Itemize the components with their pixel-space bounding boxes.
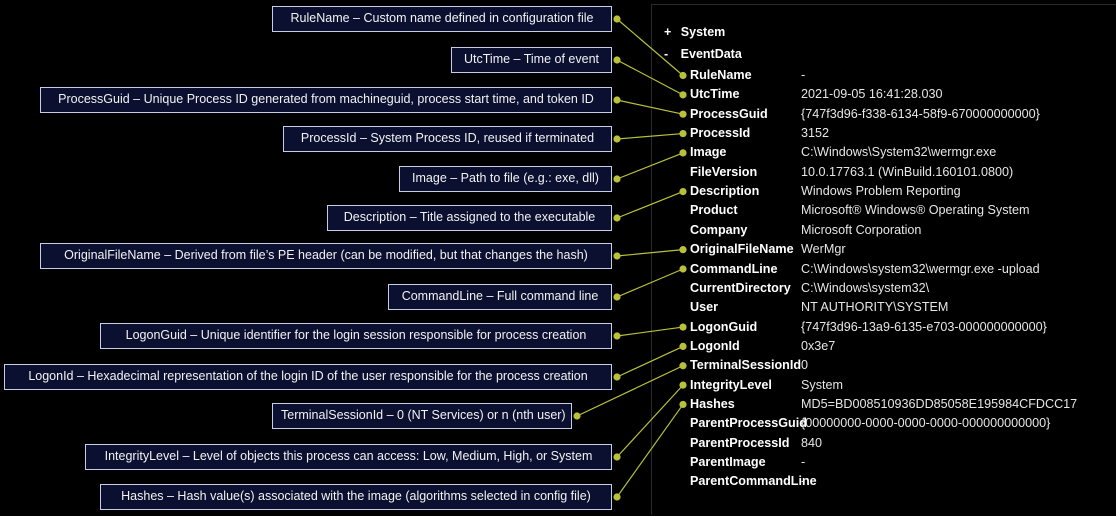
connector-line bbox=[616, 384, 684, 458]
connector-line bbox=[616, 268, 684, 298]
connector-end-dot bbox=[679, 129, 687, 138]
connector-line bbox=[616, 132, 684, 140]
connector-end-dot bbox=[679, 362, 687, 370]
connector-end-dot bbox=[679, 149, 687, 157]
connector-line bbox=[616, 152, 684, 180]
connector-start-dot bbox=[573, 412, 581, 420]
connector-start-dot bbox=[613, 252, 621, 260]
connector-start-dot bbox=[613, 214, 621, 222]
connector-start-dot bbox=[613, 15, 621, 23]
connector-line bbox=[616, 59, 684, 96]
connector-start-dot bbox=[613, 453, 621, 461]
connector-line bbox=[616, 99, 684, 115]
connector-end-dot bbox=[679, 265, 687, 273]
connector-line bbox=[616, 326, 684, 337]
connector-line bbox=[616, 18, 684, 76]
connector-end-dot bbox=[679, 381, 687, 389]
connector-end-dot bbox=[679, 246, 687, 254]
connector-end-dot bbox=[679, 110, 687, 118]
connector-start-dot bbox=[613, 135, 621, 143]
connector-start-dot bbox=[613, 373, 621, 381]
connector-line bbox=[616, 249, 684, 257]
connector-start-dot bbox=[613, 96, 621, 104]
connector-end-dot bbox=[679, 188, 687, 196]
connector-start-dot bbox=[613, 293, 621, 301]
connector-end-dot bbox=[679, 342, 687, 350]
connector-line bbox=[576, 365, 684, 417]
connector-end-dot bbox=[679, 71, 687, 80]
connector-line bbox=[616, 191, 684, 219]
connector-end-dot bbox=[679, 91, 687, 99]
connector-lines bbox=[573, 15, 687, 501]
connector-end-dot bbox=[679, 400, 687, 409]
connector-line bbox=[616, 404, 684, 498]
connector-start-dot bbox=[613, 332, 621, 340]
connector-start-dot bbox=[613, 56, 621, 64]
connector-start-dot bbox=[613, 175, 621, 183]
connector-line bbox=[616, 345, 684, 378]
connector-start-dot bbox=[613, 493, 621, 501]
connector-end-dot bbox=[679, 323, 687, 331]
